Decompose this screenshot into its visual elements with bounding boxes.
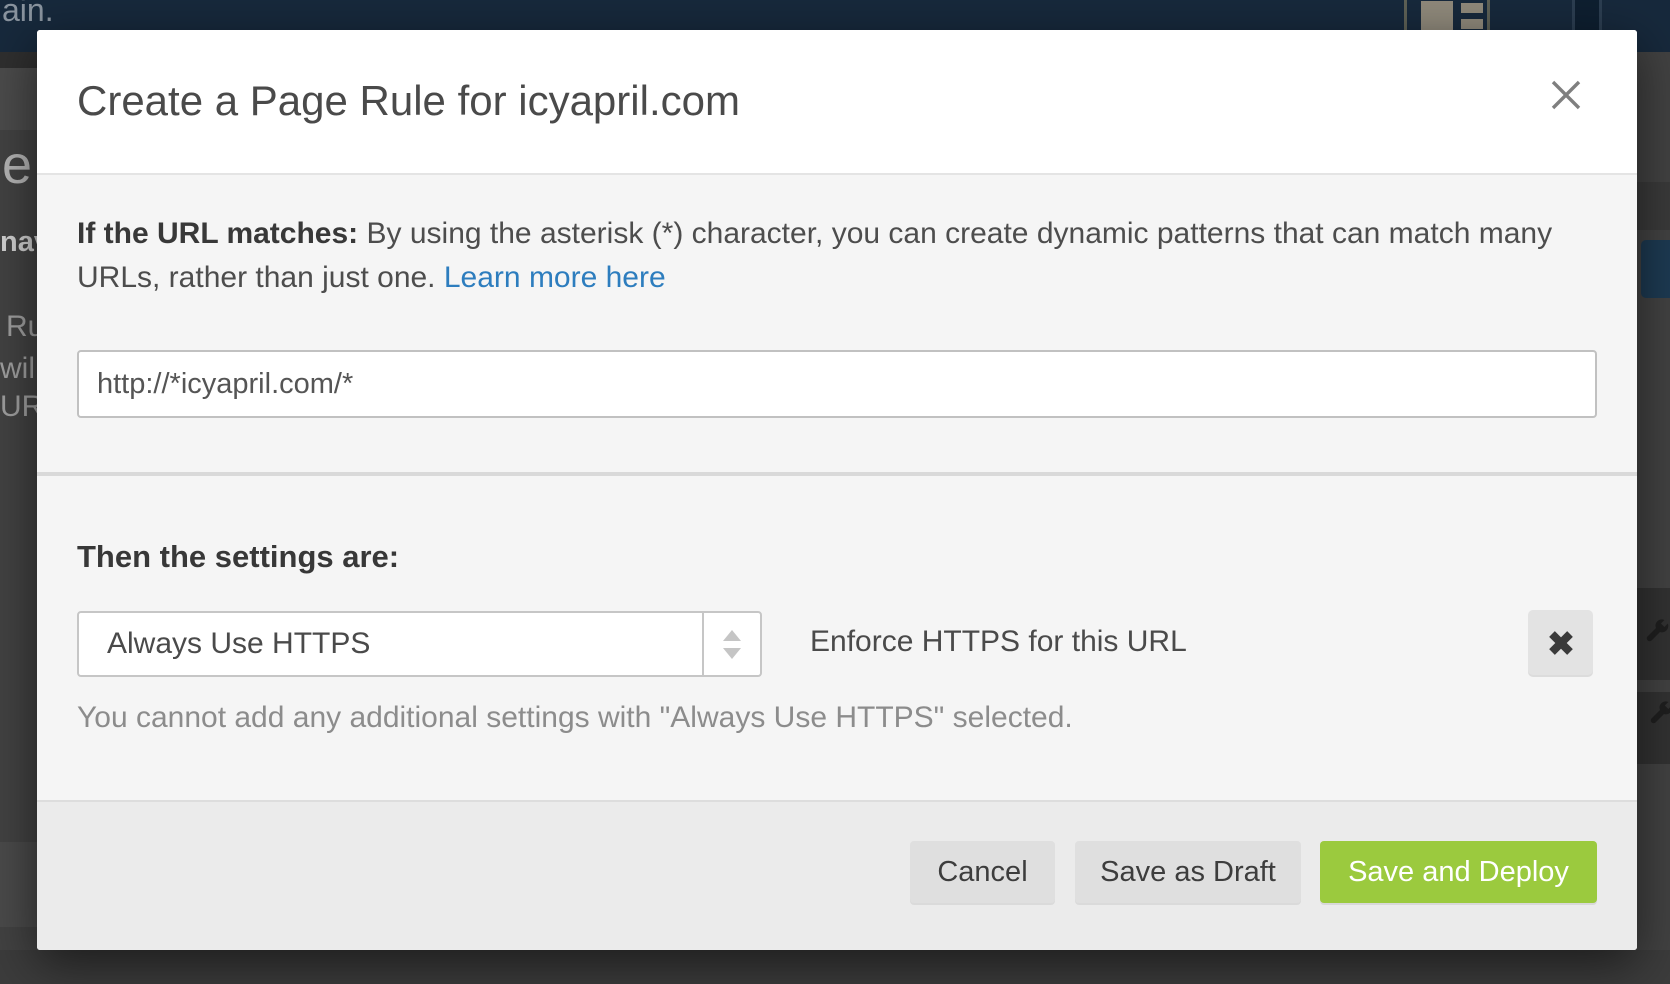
url-matches-label: If the URL matches: xyxy=(77,217,358,250)
setting-select[interactable]: Always Use HTTPS xyxy=(77,611,762,677)
background-heading-fragment: e xyxy=(2,134,32,196)
remove-setting-button[interactable] xyxy=(1528,610,1593,675)
wrench-icon xyxy=(1642,618,1670,648)
url-matches-paragraph: If the URL matches: By using the asteris… xyxy=(77,212,1567,300)
background-band xyxy=(1637,182,1670,230)
page-title: Create a Page Rule for icyapril.com xyxy=(77,77,740,125)
select-stepper[interactable] xyxy=(702,613,760,675)
stepper-up-icon xyxy=(723,630,741,641)
section-divider xyxy=(37,472,1637,476)
wrench-icon xyxy=(1646,700,1670,730)
background-band xyxy=(0,68,37,130)
save-and-deploy-button[interactable]: Save and Deploy xyxy=(1320,841,1597,903)
close-button[interactable] xyxy=(1543,72,1589,118)
cards-icon-bar xyxy=(1461,19,1483,29)
background-domain-text-fragment: ain. xyxy=(2,0,54,29)
remove-icon xyxy=(1546,628,1576,658)
modal-footer: Cancel Save as Draft Save and Deploy xyxy=(37,800,1637,950)
close-icon xyxy=(1550,79,1582,111)
cancel-button[interactable]: Cancel xyxy=(910,841,1055,903)
settings-heading: Then the settings are: xyxy=(77,539,399,575)
stepper-down-icon xyxy=(723,648,741,659)
cards-icon-square xyxy=(1421,1,1453,33)
setting-select-value: Always Use HTTPS xyxy=(107,613,370,675)
learn-more-link[interactable]: Learn more here xyxy=(444,261,666,294)
background-band xyxy=(0,52,37,68)
modal-header: Create a Page Rule for icyapril.com xyxy=(37,30,1637,175)
background-text-fragment: will xyxy=(0,352,42,386)
setting-description: Enforce HTTPS for this URL xyxy=(810,625,1187,659)
background-band xyxy=(0,842,37,927)
create-page-rule-modal: Create a Page Rule for icyapril.com If t… xyxy=(37,30,1637,950)
background-button-fragment xyxy=(1641,240,1670,298)
settings-note: You cannot add any additional settings w… xyxy=(77,701,1073,735)
screen: ain. e nav Ru will UR Create a Page Rule… xyxy=(0,0,1670,984)
save-as-draft-button[interactable]: Save as Draft xyxy=(1075,841,1301,903)
cards-icon-bar xyxy=(1461,3,1483,13)
url-pattern-input[interactable] xyxy=(77,350,1597,418)
background-band xyxy=(0,950,1670,984)
